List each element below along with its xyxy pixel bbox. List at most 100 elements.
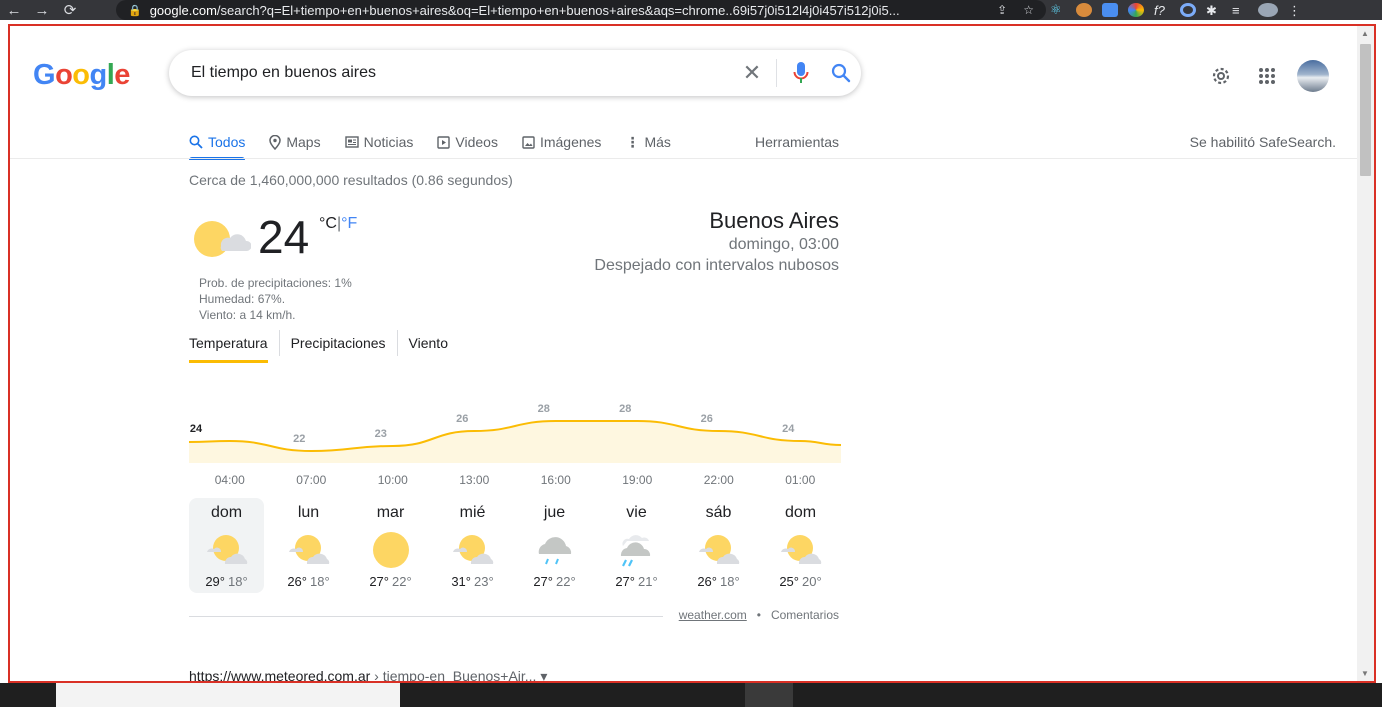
search-box[interactable]: El tiempo en buenos aires ✕ <box>169 50 861 96</box>
tab-viento[interactable]: Viento <box>396 330 459 356</box>
temperature-point-label: 26 <box>701 413 713 425</box>
profile-icon[interactable] <box>1258 3 1278 17</box>
browser-toolbar: ← → ⟳ 🔒 google.com/search?q=El+tiempo+en… <box>0 0 1382 20</box>
search-tabs: Todos Maps Noticias Videos Imágenes ⋮ Má… <box>189 126 683 160</box>
weather-description: Despejado con intervalos nubosos <box>594 257 839 274</box>
apps-grid-icon[interactable] <box>1251 60 1283 92</box>
forward-icon[interactable]: → <box>28 0 56 20</box>
search-input[interactable]: El tiempo en buenos aires <box>191 64 732 82</box>
day-name: sáb <box>705 504 732 521</box>
taskbar-search-area[interactable] <box>56 683 400 707</box>
city-name: Buenos Aires <box>709 208 839 233</box>
footer-bullet: • <box>756 608 761 622</box>
temperature-point-label: 28 <box>538 403 550 415</box>
share-icon[interactable]: ⇪ <box>997 3 1007 17</box>
temperature-point-label: 23 <box>375 428 387 440</box>
forecast-day-6[interactable]: sáb 26° 18° <box>681 498 756 593</box>
forecast-day-5[interactable]: vie 27° 21° <box>599 498 674 593</box>
page-viewport: Google El tiempo en buenos aires ✕ Todos… <box>8 24 1376 683</box>
day-temperatures: 27° 22° <box>533 574 576 589</box>
partly-cloudy-icon <box>203 526 251 574</box>
day-temperatures: 31° 23° <box>451 574 494 589</box>
daily-forecast: dom 29° 18° lun 26° 18° mar 27° 22° mié 31° 23° jue 2… <box>189 498 841 593</box>
google-logo[interactable]: Google <box>33 59 130 92</box>
reload-icon[interactable]: ⟳ <box>56 0 84 20</box>
weather-location: Buenos Aires domingo, 03:00 Despejado co… <box>594 208 839 276</box>
bookmark-star-icon[interactable]: ☆ <box>1023 3 1034 17</box>
day-temperatures: 26° 18° <box>287 574 330 589</box>
weather-tabs: Temperatura Precipitaciones Viento <box>189 330 459 363</box>
hour-label: 19:00 <box>622 473 653 487</box>
hour-label: 10:00 <box>377 473 408 487</box>
weather-source-link[interactable]: weather.com <box>679 608 747 622</box>
taskbar <box>0 683 1382 707</box>
microphone-icon[interactable] <box>781 53 821 93</box>
day-name: dom <box>210 504 243 521</box>
forecast-day-4[interactable]: jue 27° 22° <box>517 498 592 593</box>
forecast-day-3[interactable]: mié 31° 23° <box>435 498 510 593</box>
page-scrollbar[interactable]: ▲ ▼ <box>1357 26 1374 681</box>
header-actions <box>1205 60 1329 92</box>
hour-label: 16:00 <box>540 473 571 487</box>
address-bar[interactable]: 🔒 google.com/search?q=El+tiempo+en+bueno… <box>116 0 1046 20</box>
taskbar-app-button[interactable] <box>745 683 793 707</box>
tabs-divider <box>10 158 1360 159</box>
day-name: vie <box>626 504 647 521</box>
tab-maps[interactable]: Maps <box>257 126 332 158</box>
settings-gear-icon[interactable] <box>1205 60 1237 92</box>
owl-extension-icon[interactable] <box>1076 3 1092 17</box>
partly-cloudy-icon <box>695 526 743 574</box>
partly-cloudy-icon <box>193 216 252 267</box>
forecast-day-1[interactable]: lun 26° 18° <box>271 498 346 593</box>
day-name: lun <box>297 504 320 521</box>
precipitation-text: Prob. de precipitaciones: 1% <box>199 276 352 290</box>
menu-dots-icon[interactable]: ⋮ <box>1288 3 1304 18</box>
fahrenheit-toggle[interactable]: °F <box>341 215 357 232</box>
forecast-day-2[interactable]: mar 27° 22° <box>353 498 428 593</box>
clear-icon[interactable]: ✕ <box>732 53 772 93</box>
screenshot-extension-icon[interactable] <box>1102 3 1118 17</box>
scroll-up-arrow-icon[interactable]: ▲ <box>1361 29 1369 38</box>
temperature-point-label: 24 <box>782 423 795 435</box>
temperature-point-label: 28 <box>619 403 631 415</box>
celsius-toggle[interactable]: °C <box>319 215 337 232</box>
result-stats: Cerca de 1,460,000,000 resultados (0.86 … <box>189 172 513 188</box>
partly-cloudy-icon <box>449 526 497 574</box>
hour-label: 07:00 <box>296 473 327 487</box>
current-temperature: 24 <box>258 211 310 263</box>
temperature-chart[interactable]: 24 22 23 26 28 28 26 24 <box>189 381 841 463</box>
feedback-link[interactable]: Comentarios <box>771 608 839 622</box>
tab-imagenes[interactable]: Imágenes <box>510 126 613 158</box>
day-temperatures: 25° 20° <box>779 574 822 589</box>
scrollbar-thumb[interactable] <box>1360 44 1371 176</box>
tab-noticias[interactable]: Noticias <box>333 126 426 158</box>
puzzle-icon[interactable]: ✱ <box>1206 3 1222 18</box>
day-name: mié <box>459 504 486 521</box>
tab-temperatura[interactable]: Temperatura <box>189 330 279 363</box>
tab-precipitaciones[interactable]: Precipitaciones <box>278 330 397 356</box>
scroll-down-arrow-icon[interactable]: ▼ <box>1361 669 1369 678</box>
day-temperatures: 27° 22° <box>369 574 412 589</box>
humidity-text: Humedad: 67%. <box>199 292 286 306</box>
tools-button[interactable]: Herramientas <box>755 126 839 158</box>
safesearch-link[interactable]: Se habilitó SafeSearch. <box>1190 126 1336 158</box>
tab-videos[interactable]: Videos <box>425 126 510 158</box>
color-picker-icon[interactable] <box>1128 3 1144 17</box>
account-avatar[interactable] <box>1297 60 1329 92</box>
react-devtools-icon[interactable]: ⚛ <box>1050 3 1066 17</box>
forecast-day-7[interactable]: dom 25° 20° <box>763 498 838 593</box>
blue-ring-extension-icon[interactable] <box>1180 3 1196 17</box>
more-vert-icon: ⋮ <box>625 133 640 150</box>
search-submit-icon[interactable] <box>821 53 861 93</box>
tab-mas[interactable]: ⋮ Más <box>613 126 682 158</box>
partly-cloudy-icon <box>285 526 333 574</box>
weather-datetime: domingo, 03:00 <box>728 236 839 253</box>
rain-icon <box>531 526 579 574</box>
result-url[interactable]: https://www.meteored.com.ar › tiempo-en_… <box>189 668 547 681</box>
back-icon[interactable]: ← <box>0 0 28 20</box>
tab-todos[interactable]: Todos <box>189 126 257 160</box>
day-name: mar <box>376 504 405 521</box>
forecast-day-0[interactable]: dom 29° 18° <box>189 498 264 593</box>
media-queue-icon[interactable]: ≡ <box>1232 3 1248 18</box>
font-extension-icon[interactable]: f? <box>1154 3 1170 18</box>
